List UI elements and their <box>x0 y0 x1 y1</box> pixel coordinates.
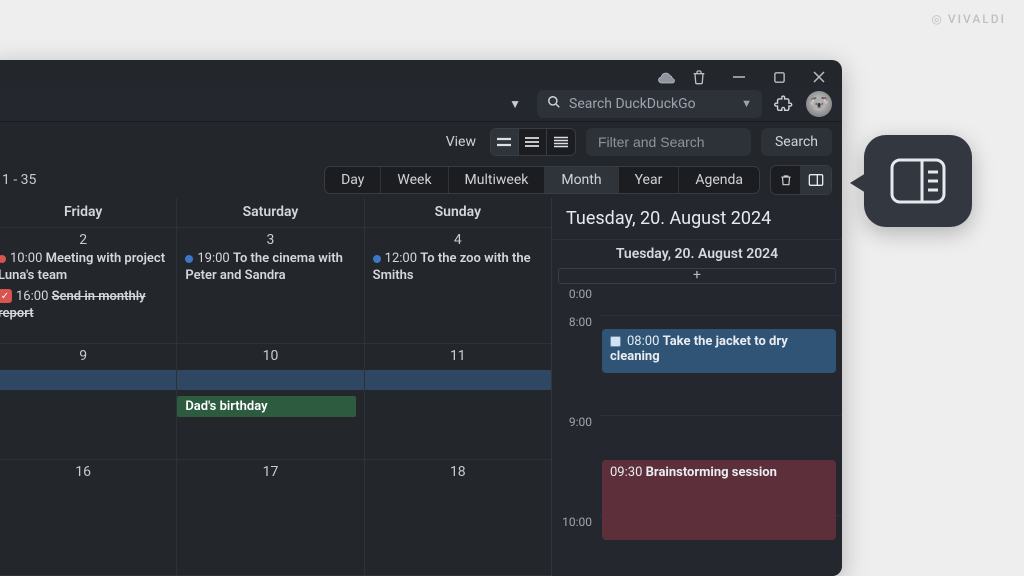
view-label: View <box>446 134 476 150</box>
profile-avatar[interactable]: 🐨 <box>806 91 832 117</box>
time-slot[interactable] <box>600 287 842 315</box>
calendar-range-row: 1 - 35 DayWeekMultiweekMonthYearAgenda <box>0 162 842 198</box>
window-titlebar <box>0 60 842 86</box>
timeline-event[interactable]: 09:30 Brainstorming session <box>602 460 836 540</box>
range-week[interactable]: Week <box>381 167 448 193</box>
trash-icon[interactable] <box>690 68 708 86</box>
event-time: 12:00 <box>385 251 421 266</box>
calendar-body: FridaySaturdaySunday 2 10:00 Meeting with… <box>0 198 842 576</box>
event-time: 10:00 <box>10 251 46 266</box>
multi-day-event-bar[interactable] <box>0 370 177 390</box>
week-row: 16 17 18 <box>0 460 551 576</box>
day-number: 4 <box>371 232 545 248</box>
range-multiweek[interactable]: Multiweek <box>449 167 546 193</box>
cloud-sync-icon[interactable] <box>658 68 676 86</box>
panel-callout-badge <box>864 135 972 227</box>
event-time: 09:30 <box>610 465 646 480</box>
day-cell[interactable]: 11 <box>365 344 551 459</box>
month-grid: 2 10:00 Meeting with project Luna's team ✓… <box>0 228 551 576</box>
day-number: 16 <box>0 464 170 480</box>
panel-toggle-group <box>770 165 832 195</box>
range-agenda[interactable]: Agenda <box>679 167 759 193</box>
brand-label: ◎VIVALDI <box>931 12 1006 26</box>
multi-day-event-bar[interactable] <box>177 370 364 390</box>
time-label: 9:00 <box>552 415 600 429</box>
time-label: 8:00 <box>552 315 600 329</box>
task-done-checkbox[interactable]: ✓ <box>0 289 12 303</box>
time-row: 0:00 <box>552 287 842 315</box>
range-day[interactable]: Day <box>325 167 381 193</box>
day-cell[interactable]: 3 19:00 To the cinema with Peter and Sand… <box>177 228 364 343</box>
day-cell[interactable]: 18 <box>365 460 551 575</box>
panel-split-icon[interactable] <box>801 166 831 194</box>
calendar-event[interactable]: 12:00 To the zoo with the Smiths <box>371 250 545 286</box>
event-color-dot <box>185 255 193 263</box>
address-bar: ▼ Search DuckDuckGo ▼ 🐨 <box>0 86 842 122</box>
close-button[interactable] <box>810 68 828 86</box>
event-color-dot <box>373 255 381 263</box>
day-cell[interactable]: 9 <box>0 344 177 459</box>
range-year[interactable]: Year <box>619 167 680 193</box>
time-label: 10:00 <box>552 515 600 529</box>
extensions-icon[interactable] <box>772 92 796 116</box>
day-cell[interactable]: 4 12:00 To the zoo with the Smiths <box>365 228 551 343</box>
minimize-button[interactable] <box>730 68 748 86</box>
week-row: 2 10:00 Meeting with project Luna's team ✓… <box>0 228 551 344</box>
day-number: 10 <box>183 348 357 364</box>
range-toggle-group: DayWeekMultiweekMonthYearAgenda <box>324 166 760 194</box>
search-engine-placeholder: Search DuckDuckGo <box>569 96 696 112</box>
weekday-header: Saturday <box>177 198 364 227</box>
day-number: 3 <box>183 232 357 248</box>
density-medium-icon[interactable] <box>519 129 547 155</box>
density-toggle-group <box>490 128 576 156</box>
panel-trash-icon[interactable] <box>771 166 801 194</box>
event-title: Brainstorming session <box>646 465 777 480</box>
add-event-button[interactable]: + <box>558 268 836 284</box>
calendar-event[interactable]: ✓16:00 Send in monthly report <box>0 288 170 324</box>
month-pane: FridaySaturdaySunday 2 10:00 Meeting with… <box>0 198 552 576</box>
chevron-down-icon[interactable]: ▼ <box>741 97 752 110</box>
event-color-dot <box>0 255 6 263</box>
maximize-button[interactable] <box>770 68 788 86</box>
day-cell[interactable]: 17 <box>177 460 364 575</box>
calendar-event[interactable]: 19:00 To the cinema with Peter and Sandr… <box>183 250 357 286</box>
brand-icon: ◎ <box>931 12 943 26</box>
day-details-pane: Tuesday, 20. August 2024 Tuesday, 20. Au… <box>552 198 842 576</box>
day-cell[interactable]: 2 10:00 Meeting with project Luna's team ✓… <box>0 228 177 343</box>
day-number: 17 <box>183 464 357 480</box>
calendar-event[interactable]: 10:00 Meeting with project Luna's team <box>0 250 170 286</box>
search-button[interactable]: Search <box>761 128 832 156</box>
details-subheader: Tuesday, 20. August 2024 <box>552 240 842 268</box>
time-label: 0:00 <box>552 287 600 301</box>
weekday-header-row: FridaySaturdaySunday <box>0 198 551 228</box>
filter-search-input[interactable] <box>586 128 751 156</box>
day-number: 18 <box>371 464 545 480</box>
search-engine-field[interactable]: Search DuckDuckGo ▼ <box>537 90 762 118</box>
day-number: 2 <box>0 232 170 248</box>
day-number: 9 <box>0 348 170 364</box>
event-time: 16:00 <box>16 289 52 304</box>
density-compact-icon[interactable] <box>491 129 519 155</box>
multi-day-event-bar[interactable] <box>365 370 551 390</box>
details-header: Tuesday, 20. August 2024 <box>552 198 842 240</box>
day-timeline[interactable]: 0:008:009:0010:0011:0008:00 Take the jac… <box>552 287 842 576</box>
event-marker-icon <box>610 336 621 347</box>
weekday-header: Sunday <box>365 198 551 227</box>
weekday-header: Friday <box>0 198 177 227</box>
calendar-toolbar: View Search <box>0 122 842 162</box>
week-range-label: 1 - 35 <box>0 172 36 188</box>
timeline-event[interactable]: 08:00 Take the jacket to dry cleaning <box>602 329 836 373</box>
range-month[interactable]: Month <box>545 167 618 193</box>
address-dropdown-icon[interactable]: ▼ <box>503 97 527 111</box>
week-row: 9 10 Dad's birthday 11 <box>0 344 551 460</box>
event-time: 19:00 <box>197 251 233 266</box>
day-cell[interactable]: 10 Dad's birthday <box>177 344 364 459</box>
density-full-icon[interactable] <box>547 129 575 155</box>
day-cell[interactable]: 16 <box>0 460 177 575</box>
day-number: 11 <box>371 348 545 364</box>
app-window: ▼ Search DuckDuckGo ▼ 🐨 View Se <box>0 60 842 576</box>
all-day-event[interactable]: Dad's birthday <box>177 396 355 417</box>
search-icon <box>547 95 561 113</box>
event-time: 08:00 <box>627 334 663 349</box>
